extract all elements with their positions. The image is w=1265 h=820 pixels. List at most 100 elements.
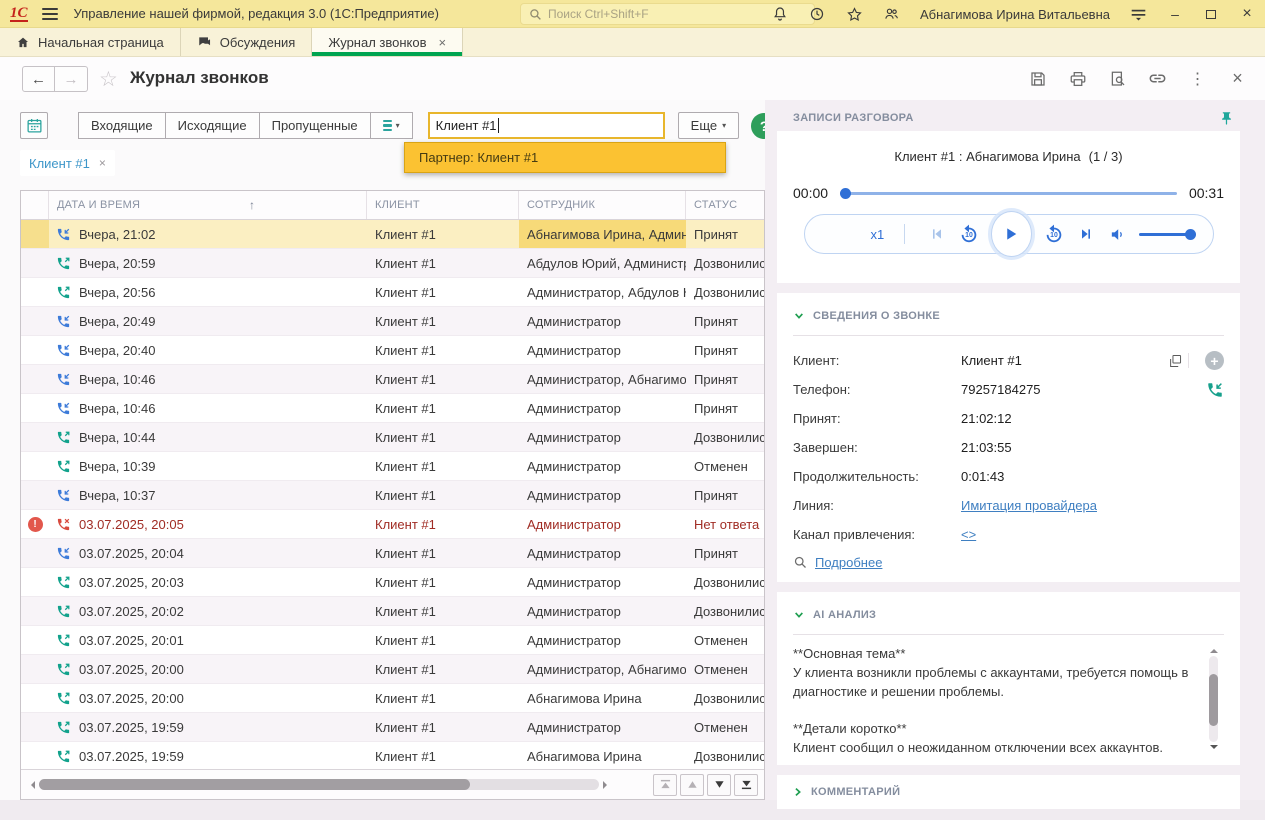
call-details-header[interactable]: СВЕДЕНИЯ О ЗВОНКЕ — [793, 303, 1224, 329]
table-row[interactable]: Вчера, 10:44 Клиент #1 Администратор Доз… — [21, 423, 764, 452]
column-status[interactable]: СТАТУС — [686, 191, 764, 219]
cell-employee: Абнагимова Ирина, Администратор — [519, 220, 686, 248]
scroll-down-icon[interactable] — [1210, 745, 1218, 753]
minimize-button[interactable]: – — [1167, 6, 1183, 22]
tab-close-icon[interactable]: × — [439, 35, 447, 50]
next-track-button[interactable] — [1075, 222, 1096, 246]
filter-incoming-button[interactable]: Входящие — [78, 112, 166, 139]
horizontal-scrollbar[interactable] — [39, 779, 599, 790]
hscroll-right-icon[interactable] — [603, 781, 611, 789]
users-icon[interactable] — [883, 6, 900, 23]
ai-text-scrollbar[interactable] — [1207, 645, 1220, 753]
go-to-first-row-button[interactable] — [653, 774, 677, 796]
print-preview-icon[interactable] — [1108, 69, 1127, 88]
vscroll-thumb[interactable] — [1209, 674, 1218, 726]
add-to-favorites-star-icon[interactable]: ☆ — [99, 67, 118, 92]
form-close-icon[interactable]: × — [1228, 69, 1247, 88]
table-row[interactable]: ! 03.07.2025, 20:05 Клиент #1 Администра… — [21, 510, 764, 539]
details-more-link[interactable]: Подробнее — [815, 555, 882, 570]
volume-slider[interactable] — [1139, 233, 1195, 236]
playback-speed-button[interactable]: x1 — [871, 227, 885, 242]
hscroll-thumb[interactable] — [39, 779, 470, 790]
cell-status: Принят — [686, 314, 764, 329]
rewind-10-button[interactable]: 10 — [958, 222, 980, 246]
cell-status: Принят — [686, 488, 764, 503]
play-button[interactable] — [991, 211, 1032, 257]
scroll-up-icon[interactable] — [1210, 645, 1218, 653]
main-menu-icon[interactable] — [42, 8, 58, 20]
volume-icon[interactable] — [1106, 222, 1127, 246]
cell-employee: Администратор — [519, 546, 686, 561]
column-client[interactable]: КЛИЕНТ — [367, 191, 519, 219]
table-row[interactable]: Вчера, 10:46 Клиент #1 Администратор, Аб… — [21, 365, 764, 394]
table-row[interactable]: 03.07.2025, 19:59 Клиент #1 Абнагимова И… — [21, 742, 764, 769]
previous-row-button[interactable] — [680, 774, 704, 796]
table-row[interactable]: Вчера, 10:39 Клиент #1 Администратор Отм… — [21, 452, 764, 481]
table-row[interactable]: 03.07.2025, 20:00 Клиент #1 Абнагимова И… — [21, 684, 764, 713]
list-view-menu-button[interactable]: ▾ — [370, 112, 413, 139]
tab-discussions[interactable]: Обсуждения — [181, 28, 313, 56]
forward-10-button[interactable]: 10 — [1043, 222, 1065, 246]
save-settings-icon[interactable] — [1028, 69, 1047, 88]
column-employee[interactable]: СОТРУДНИК — [519, 191, 686, 219]
table-row[interactable]: 03.07.2025, 20:00 Клиент #1 Администрато… — [21, 655, 764, 684]
line-link[interactable]: Имитация провайдера — [961, 498, 1097, 513]
create-client-button[interactable]: + — [1205, 351, 1224, 370]
search-suggestion-item[interactable]: Партнер: Клиент #1 — [404, 142, 726, 173]
table-row[interactable]: 03.07.2025, 19:59 Клиент #1 Администрато… — [21, 713, 764, 742]
table-row[interactable]: Вчера, 10:37 Клиент #1 Администратор При… — [21, 481, 764, 510]
service-menu-icon[interactable] — [1130, 6, 1147, 23]
global-search-placeholder: Поиск Ctrl+Shift+F — [548, 7, 649, 21]
chip-remove-icon[interactable]: × — [99, 156, 106, 170]
more-button[interactable]: Еще ▾ — [678, 112, 739, 139]
nav-forward-button[interactable]: → — [55, 66, 88, 92]
global-search-input[interactable]: Поиск Ctrl+Shift+F — [520, 3, 815, 25]
player-progress-handle[interactable] — [840, 188, 851, 199]
table-row[interactable]: Вчера, 10:46 Клиент #1 Администратор При… — [21, 394, 764, 423]
get-link-icon[interactable] — [1148, 69, 1167, 88]
maximize-button[interactable] — [1203, 6, 1219, 22]
ai-analysis-text: **Основная тема** У клиента возникли про… — [793, 645, 1198, 753]
go-to-last-row-button[interactable] — [734, 774, 758, 796]
filter-chip-client[interactable]: Клиент #1 × — [20, 150, 115, 176]
table-row[interactable]: 03.07.2025, 20:02 Клиент #1 Администрато… — [21, 597, 764, 626]
filter-missed-button[interactable]: Пропущенные — [259, 112, 371, 139]
table-row[interactable]: 03.07.2025, 20:03 Клиент #1 Администрато… — [21, 568, 764, 597]
player-progress-slider[interactable] — [840, 192, 1177, 195]
partner-search-input[interactable]: Клиент #1 — [428, 112, 665, 139]
pin-icon[interactable] — [1219, 110, 1234, 127]
table-row[interactable]: 03.07.2025, 20:04 Клиент #1 Администрато… — [21, 539, 764, 568]
filter-outgoing-button[interactable]: Исходящие — [165, 112, 260, 139]
print-icon[interactable] — [1068, 69, 1087, 88]
comment-section-header[interactable]: КОММЕНТАРИЙ — [777, 775, 1240, 809]
current-user-name[interactable]: Абнагимова Ирина Витальевна — [920, 7, 1110, 22]
vscroll-track[interactable] — [1209, 656, 1218, 742]
table-row[interactable]: Вчера, 20:40 Клиент #1 Администратор При… — [21, 336, 764, 365]
table-row[interactable]: Вчера, 20:49 Клиент #1 Администратор При… — [21, 307, 764, 336]
next-row-button[interactable] — [707, 774, 731, 796]
client-value-field[interactable]: Клиент #1 — [961, 353, 1189, 368]
table-row[interactable]: Вчера, 20:59 Клиент #1 Абдулов Юрий, Адм… — [21, 249, 764, 278]
table-row[interactable]: 03.07.2025, 20:01 Клиент #1 Администрато… — [21, 626, 764, 655]
history-icon[interactable] — [809, 6, 826, 23]
channel-link[interactable]: <> — [961, 527, 976, 542]
favorites-star-icon[interactable] — [846, 6, 863, 23]
table-row[interactable]: Вчера, 21:02 Клиент #1 Абнагимова Ирина,… — [21, 220, 764, 249]
more-actions-kebab-icon[interactable]: ⋮ — [1188, 69, 1207, 88]
table-row[interactable]: Вчера, 20:56 Клиент #1 Администратор, Аб… — [21, 278, 764, 307]
tab-call-journal[interactable]: Журнал звонков × — [312, 28, 463, 56]
window-close-button[interactable]: × — [1239, 5, 1255, 23]
volume-handle[interactable] — [1185, 229, 1196, 240]
hscroll-left-icon[interactable] — [27, 781, 35, 789]
column-datetime[interactable]: ДАТА И ВРЕМЯ↑ — [49, 191, 367, 219]
cell-employee: Администратор — [519, 314, 686, 329]
period-calendar-button[interactable] — [20, 112, 48, 139]
previous-track-button[interactable] — [926, 222, 947, 246]
open-in-window-icon[interactable] — [1168, 354, 1182, 368]
nav-back-button[interactable]: ← — [22, 66, 55, 92]
notifications-bell-icon[interactable] — [772, 6, 789, 23]
cell-datetime: Вчера, 21:02 — [79, 227, 155, 242]
tab-home[interactable]: Начальная страница — [0, 28, 181, 56]
call-phone-icon[interactable] — [1206, 381, 1224, 399]
ai-analysis-header[interactable]: AI АНАЛИЗ — [793, 602, 1224, 628]
